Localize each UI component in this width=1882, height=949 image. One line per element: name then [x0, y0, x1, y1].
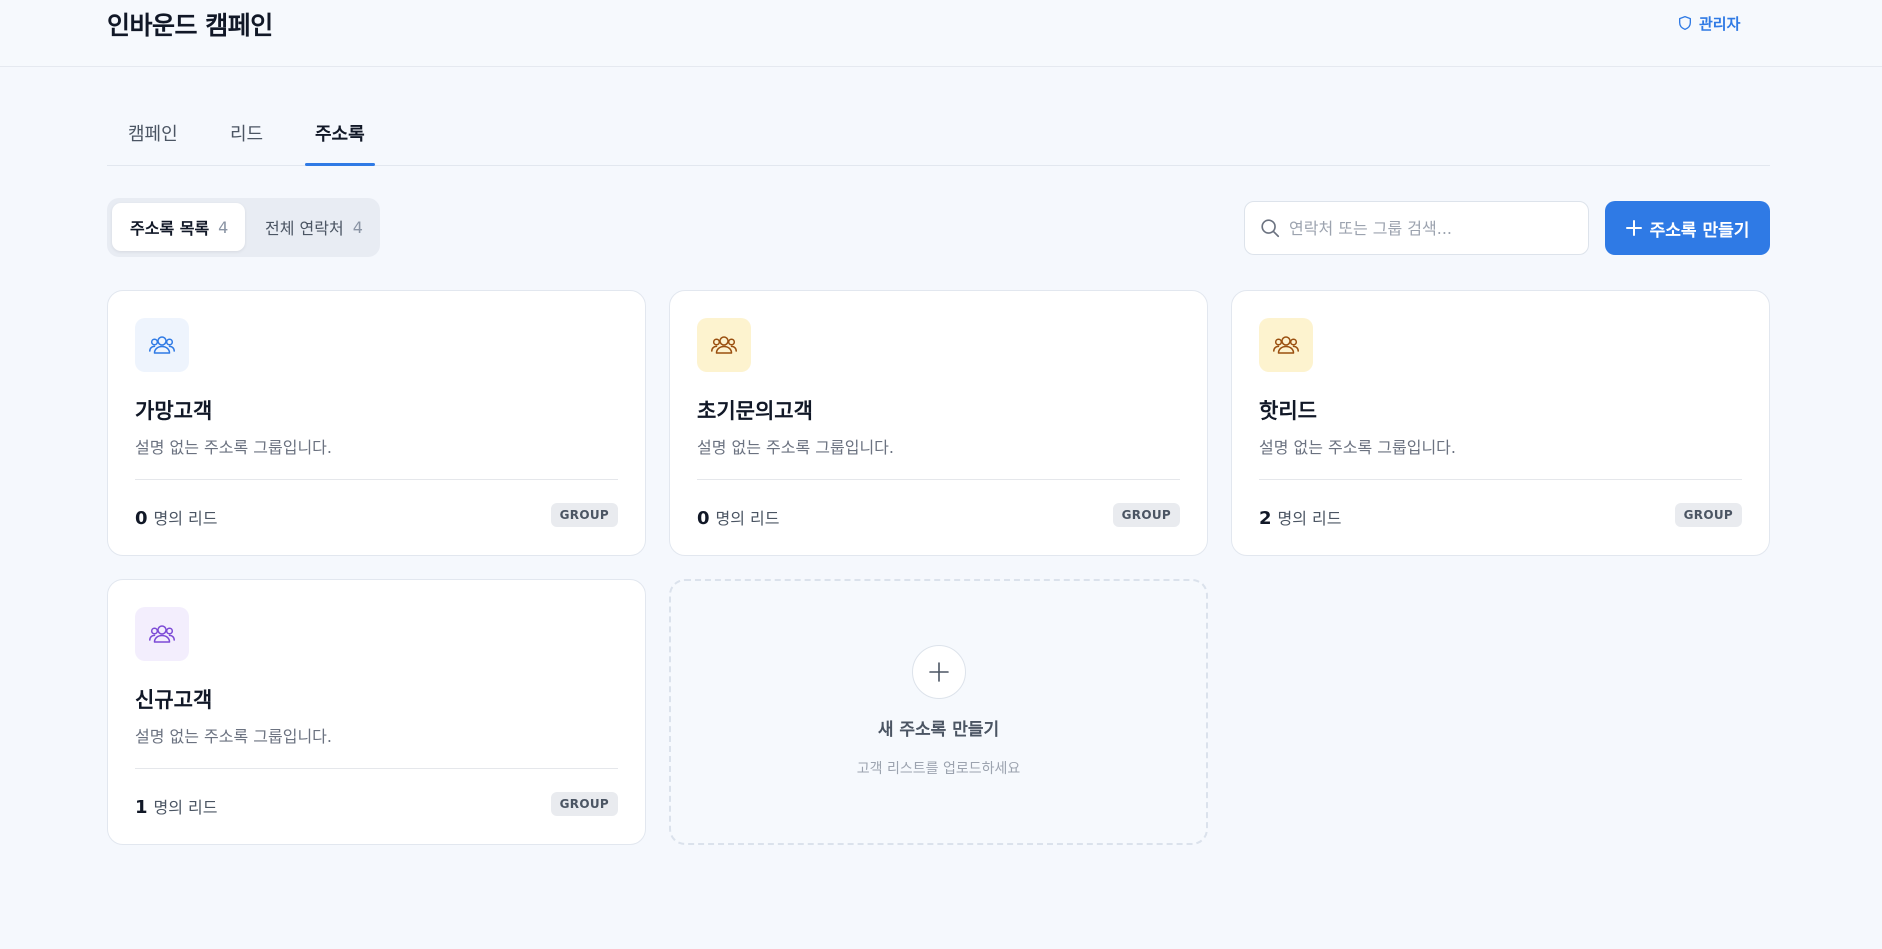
group-badge: GROUP — [1674, 503, 1742, 527]
card-title: 핫리드 — [1259, 399, 1317, 423]
lead-count-value: 1 — [135, 797, 148, 818]
all-contacts-toggle[interactable]: 전체 연락처 4 — [247, 203, 375, 251]
card-divider — [697, 479, 1180, 480]
main-tabs: 캠페인 리드 주소록 — [107, 110, 1770, 166]
lead-count-suffix: 명의 리드 — [153, 509, 218, 528]
card-description: 설명 없는 주소록 그룹입니다. — [1259, 438, 1456, 457]
new-address-book-card[interactable]: 새 주소록 만들기 고객 리스트를 업로드하세요 — [669, 579, 1208, 845]
lead-count-suffix: 명의 리드 — [1277, 509, 1342, 528]
card-divider — [1259, 479, 1742, 480]
search-icon — [1261, 219, 1280, 238]
create-button-label: 주소록 만들기 — [1649, 220, 1750, 241]
admin-label: 관리자 — [1699, 14, 1741, 33]
card-icon-box — [135, 318, 189, 372]
address-book-card[interactable]: 핫리드 설명 없는 주소록 그룹입니다. 2 명의 리드 GROUP — [1231, 290, 1770, 556]
top-header: 인바운드 캠페인 관리자 — [0, 0, 1882, 67]
new-card-subtitle: 고객 리스트를 업로드하세요 — [856, 761, 1021, 777]
admin-link[interactable]: 관리자 — [1677, 12, 1740, 34]
view-toggle: 주소록 목록 4 전체 연락처 4 — [107, 198, 380, 257]
card-icon-box — [697, 318, 751, 372]
create-address-book-button[interactable]: 주소록 만들기 — [1605, 201, 1770, 255]
lead-count: 0 명의 리드 — [697, 505, 780, 529]
group-badge: GROUP — [550, 792, 618, 816]
address-book-card[interactable]: 초기문의고객 설명 없는 주소록 그룹입니다. 0 명의 리드 GROUP — [669, 290, 1208, 556]
add-circle — [912, 645, 966, 699]
lead-count-suffix: 명의 리드 — [153, 798, 218, 817]
lead-count: 0 명의 리드 — [135, 505, 218, 529]
shield-icon — [1679, 16, 1691, 30]
lead-count-value: 2 — [1259, 508, 1272, 529]
card-description: 설명 없는 주소록 그룹입니다. — [135, 727, 332, 746]
page-title: 인바운드 캠페인 — [107, 11, 273, 40]
toggle-label: 전체 연락처 — [265, 219, 344, 238]
address-book-card[interactable]: 신규고객 설명 없는 주소록 그룹입니다. 1 명의 리드 GROUP — [107, 579, 646, 845]
users-icon — [1273, 336, 1299, 354]
card-title: 신규고객 — [135, 688, 213, 712]
card-icon-box — [135, 607, 189, 661]
users-icon — [711, 336, 737, 354]
card-title: 가망고객 — [135, 399, 213, 423]
lead-count-value: 0 — [135, 508, 148, 529]
tab-address-book[interactable]: 주소록 — [305, 120, 375, 166]
new-card-title: 새 주소록 만들기 — [877, 720, 1000, 740]
lead-count: 1 명의 리드 — [135, 794, 218, 818]
card-description: 설명 없는 주소록 그룹입니다. — [697, 438, 894, 457]
group-badge: GROUP — [550, 503, 618, 527]
card-divider — [135, 479, 618, 480]
card-divider — [135, 768, 618, 769]
toggle-label: 주소록 목록 — [130, 219, 210, 238]
users-icon — [149, 625, 175, 643]
toggle-count: 4 — [218, 217, 229, 237]
search-box — [1244, 201, 1589, 255]
lead-count-value: 0 — [697, 508, 710, 529]
toggle-count: 4 — [352, 217, 363, 237]
address-book-list-toggle[interactable]: 주소록 목록 4 — [112, 203, 245, 251]
search-input[interactable] — [1289, 218, 1579, 238]
lead-count: 2 명의 리드 — [1259, 505, 1342, 529]
address-book-card[interactable]: 가망고객 설명 없는 주소록 그룹입니다. 0 명의 리드 GROUP — [107, 290, 646, 556]
group-badge: GROUP — [1112, 503, 1180, 527]
plus-icon — [929, 662, 949, 682]
lead-count-suffix: 명의 리드 — [715, 509, 780, 528]
plus-icon — [1625, 220, 1642, 236]
card-title: 초기문의고객 — [697, 399, 813, 423]
users-icon — [149, 336, 175, 354]
card-icon-box — [1259, 318, 1313, 372]
card-description: 설명 없는 주소록 그룹입니다. — [135, 438, 332, 457]
tab-campaign[interactable]: 캠페인 — [128, 120, 178, 165]
tab-leads[interactable]: 리드 — [230, 120, 263, 165]
